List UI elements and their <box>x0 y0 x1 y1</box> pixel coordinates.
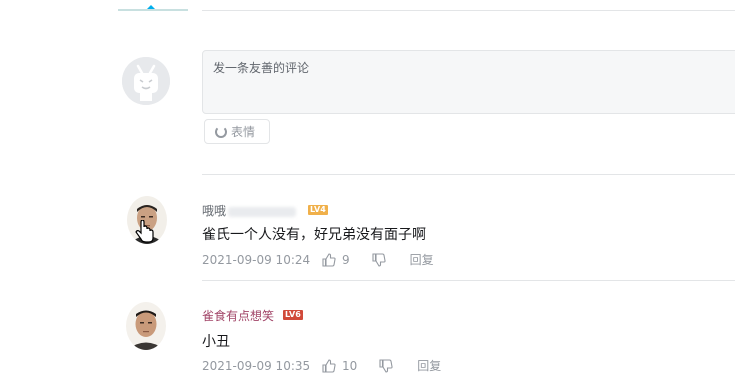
default-avatar <box>122 57 170 105</box>
comment-divider <box>202 280 735 281</box>
username-text[interactable]: 哦哦 <box>202 204 226 218</box>
avatar[interactable] <box>126 302 166 350</box>
thumbs-down-icon <box>372 252 386 267</box>
blurred-username-part <box>228 206 297 217</box>
like-count: 9 <box>342 252 350 267</box>
emoji-button-label: 表情 <box>231 125 256 139</box>
dislike-button[interactable] <box>372 252 386 267</box>
like-button[interactable]: 10 <box>322 359 357 373</box>
user-level-badge: LV4 <box>308 205 328 215</box>
comment-time: 2021-09-09 10:35 <box>202 358 311 373</box>
comment-username[interactable]: 哦哦 <box>202 202 297 219</box>
composer-divider <box>202 174 735 175</box>
like-button[interactable]: 9 <box>322 253 350 267</box>
comment-meta: 2021-09-09 10:24 9 回复 <box>202 251 434 268</box>
hand-cursor-icon <box>135 219 155 248</box>
comment-meta: 2021-09-09 10:35 10 回复 <box>202 357 441 374</box>
loading-spinner-icon <box>215 125 227 138</box>
thumbs-up-icon <box>322 252 336 267</box>
comment-input-box[interactable] <box>202 50 735 114</box>
thumbs-up-icon <box>322 358 336 373</box>
comment-textarea[interactable] <box>203 51 735 113</box>
emoji-button[interactable]: 表情 <box>204 119 270 144</box>
like-count: 10 <box>342 358 358 373</box>
thumbs-down-icon <box>379 358 393 373</box>
top-divider <box>202 10 735 11</box>
active-tab-underline <box>118 9 188 11</box>
reply-button[interactable]: 回复 <box>417 357 441 374</box>
comment-time: 2021-09-09 10:24 <box>202 252 311 267</box>
comment-username[interactable]: 雀食有点想笑 <box>202 307 274 324</box>
dislike-button[interactable] <box>379 358 393 373</box>
reply-button[interactable]: 回复 <box>410 251 434 268</box>
user-level-badge: LV6 <box>283 310 303 320</box>
active-tab-caret <box>147 5 155 9</box>
comment-text: 雀氏一个人没有，好兄弟没有面子啊 <box>202 227 426 243</box>
comment-text: 小丑 <box>202 334 230 350</box>
